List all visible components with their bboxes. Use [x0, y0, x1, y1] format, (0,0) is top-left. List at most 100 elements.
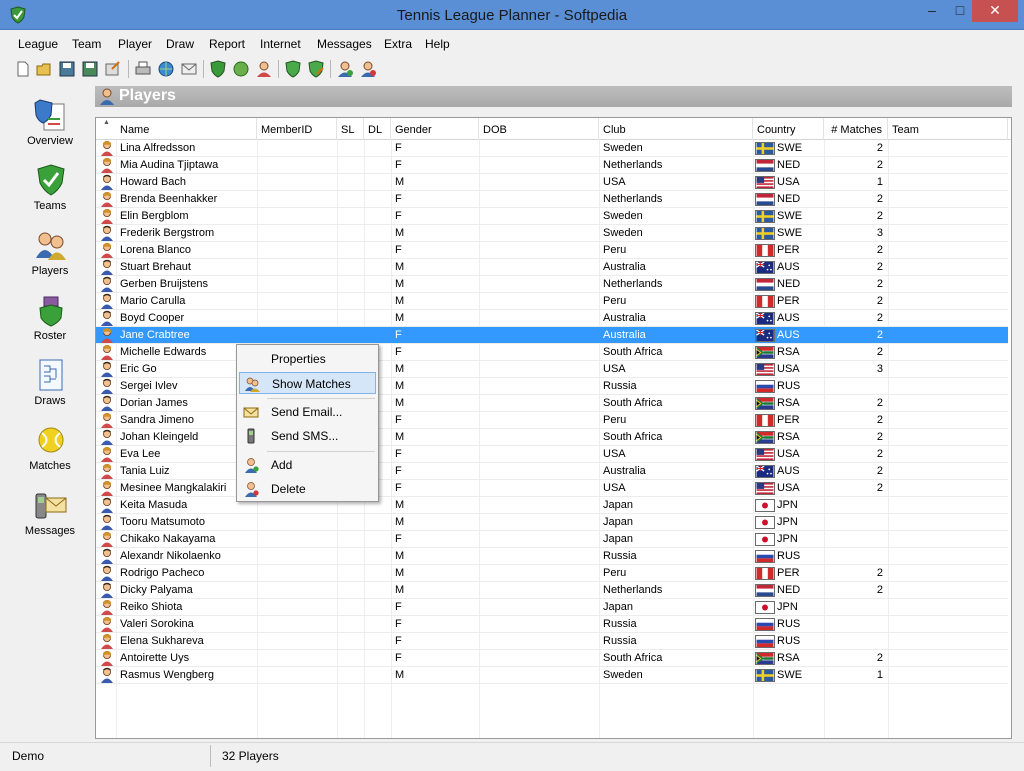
table-row[interactable]: Elin Bergblom F Sweden SWE 2 — [96, 208, 1008, 225]
nav-matches[interactable]: Matches — [8, 423, 92, 483]
table-row[interactable]: Eva Lee F USA USA 2 — [96, 446, 1008, 463]
column-header-club[interactable]: Club — [599, 118, 753, 140]
context-menu-item-add[interactable]: Add — [239, 454, 376, 476]
menu-help[interactable]: Help — [425, 37, 450, 51]
table-row[interactable]: Dorian James M South Africa RSA 2 — [96, 395, 1008, 412]
table-row[interactable]: Eric Go M USA USA 3 — [96, 361, 1008, 378]
table-row[interactable]: Mia Audina Tjiptawa F Netherlands NED 2 — [96, 157, 1008, 174]
menu-extra[interactable]: Extra — [384, 37, 412, 51]
export-icon[interactable] — [104, 60, 122, 78]
context-menu-item-delete[interactable]: Delete — [239, 478, 376, 500]
column-header-dl[interactable]: DL — [364, 118, 391, 140]
cell-club: Japan — [603, 533, 633, 545]
add-player-icon[interactable] — [336, 60, 354, 78]
delete-player-icon[interactable] — [359, 60, 377, 78]
shield-check-icon[interactable] — [209, 60, 227, 78]
column-header-dob[interactable]: DOB — [479, 118, 599, 140]
menu-league[interactable]: League — [18, 37, 58, 51]
table-row[interactable]: Frederik Bergstrom M Sweden SWE 3 — [96, 225, 1008, 242]
nav-roster[interactable]: Roster — [8, 293, 92, 353]
table-row[interactable]: Sergei Ivlev M Russia RUS — [96, 378, 1008, 395]
table-row[interactable]: Michelle Edwards F South Africa RSA 2 — [96, 344, 1008, 361]
table-row[interactable]: Howard Bach M USA USA 1 — [96, 174, 1008, 191]
minimize-button[interactable]: – — [918, 0, 946, 22]
table-row[interactable]: Jane Crabtree F Australia AUS 2 — [96, 327, 1008, 344]
nav-players[interactable]: Players — [8, 228, 92, 288]
print-icon[interactable] — [134, 60, 152, 78]
table-row[interactable]: Mario Carulla M Peru PER 2 — [96, 293, 1008, 310]
table-row[interactable]: Rasmus Wengberg M Sweden SWE 1 — [96, 667, 1008, 684]
cell-name: Antoirette Uys — [120, 652, 190, 664]
menu-internet[interactable]: Internet — [260, 37, 301, 51]
table-row[interactable]: Tania Luiz F Australia AUS 2 — [96, 463, 1008, 480]
country-code: RUS — [777, 635, 801, 647]
table-row[interactable]: Rodrigo Pacheco M Peru PER 2 — [96, 565, 1008, 582]
column-header-country[interactable]: Country — [753, 118, 824, 140]
table-row[interactable]: Sandra Jimeno F Peru PER 2 — [96, 412, 1008, 429]
menu-report[interactable]: Report — [209, 37, 245, 51]
open-icon[interactable] — [35, 60, 53, 78]
table-row[interactable]: Tooru Matsumoto M Japan JPN — [96, 514, 1008, 531]
cell-club: Netherlands — [603, 584, 663, 596]
cell-gender: M — [395, 499, 405, 511]
table-row[interactable]: Mesinee Mangkalakiri F USA USA 2 — [96, 480, 1008, 497]
rus-flag-icon — [755, 618, 775, 631]
web-icon[interactable] — [157, 60, 175, 78]
column-header-sl[interactable]: SL — [337, 118, 364, 140]
table-row[interactable]: Lorena Blanco F Peru PER 2 — [96, 242, 1008, 259]
table-row[interactable]: Dicky Palyama M Netherlands NED 2 — [96, 582, 1008, 599]
nav-overview[interactable]: Overview — [8, 98, 92, 158]
player-icon[interactable] — [255, 60, 273, 78]
table-row[interactable]: Johan Kleingeld M South Africa RSA 2 — [96, 429, 1008, 446]
column-header-matches[interactable]: # Matches — [824, 118, 888, 140]
column-header-team[interactable]: Team — [888, 118, 1008, 140]
column-header-memberid[interactable]: MemberID — [257, 118, 337, 140]
cell-country: AUS — [753, 463, 824, 480]
cell-country: RUS — [753, 633, 824, 650]
cell-club: Sweden — [603, 142, 643, 154]
context-menu-item-send-sms[interactable]: Send SMS... — [239, 425, 376, 447]
cell-name: Elin Bergblom — [120, 210, 189, 222]
menu-draw[interactable]: Draw — [166, 37, 194, 51]
table-row[interactable]: Gerben Bruijstens M Netherlands NED 2 — [96, 276, 1008, 293]
nav-messages[interactable]: Messages — [8, 488, 92, 548]
table-row[interactable]: Valeri Sorokina F Russia RUS — [96, 616, 1008, 633]
table-row[interactable]: Elena Sukhareva F Russia RUS — [96, 633, 1008, 650]
table-row[interactable]: Chikako Nakayama F Japan JPN — [96, 531, 1008, 548]
table-row[interactable]: Keita Masuda M Japan JPN — [96, 497, 1008, 514]
table-row[interactable]: Antoirette Uys F South Africa RSA 2 — [96, 650, 1008, 667]
close-button[interactable]: ✕ — [972, 0, 1018, 22]
save-as-icon[interactable] — [81, 60, 99, 78]
maximize-button[interactable]: □ — [946, 0, 974, 22]
cell-matches — [824, 616, 888, 633]
team-check-icon[interactable] — [284, 60, 302, 78]
nav-teams[interactable]: Teams — [8, 163, 92, 223]
table-row[interactable]: Lina Alfredsson F Sweden SWE 2 — [96, 140, 1008, 157]
cell-name: Rasmus Wengberg — [120, 669, 214, 681]
nav-draws[interactable]: Draws — [8, 358, 92, 418]
context-menu-separator — [267, 451, 375, 452]
table-row[interactable]: Alexandr Nikolaenko M Russia RUS — [96, 548, 1008, 565]
table-row[interactable]: Boyd Cooper M Australia AUS 2 — [96, 310, 1008, 327]
table-row[interactable]: Stuart Brehaut M Australia AUS 2 — [96, 259, 1008, 276]
new-icon[interactable] — [14, 60, 32, 78]
column-header-gender[interactable]: Gender — [391, 118, 479, 140]
save-icon[interactable] — [58, 60, 76, 78]
team-edit-icon[interactable] — [307, 60, 325, 78]
globe-icon[interactable] — [232, 60, 250, 78]
email-icon[interactable] — [180, 60, 198, 78]
email-icon — [243, 407, 259, 418]
context-menu-item-properties[interactable]: Properties — [239, 348, 376, 370]
menu-messages[interactable]: Messages — [317, 37, 372, 51]
cell-gender: F — [395, 244, 402, 256]
table-row[interactable]: Reiko Shiota F Japan JPN — [96, 599, 1008, 616]
context-menu-item-show-matches[interactable]: Show Matches — [239, 372, 376, 394]
context-menu-item-send-email[interactable]: Send Email... — [239, 401, 376, 423]
cell-club: Peru — [603, 244, 627, 256]
menu-team[interactable]: Team — [72, 37, 101, 51]
column-header-name[interactable]: Name — [116, 118, 257, 140]
cell-matches: 2 — [876, 295, 883, 307]
country-code: NED — [777, 159, 801, 171]
menu-player[interactable]: Player — [118, 37, 152, 51]
table-row[interactable]: Brenda Beenhakker F Netherlands NED 2 — [96, 191, 1008, 208]
